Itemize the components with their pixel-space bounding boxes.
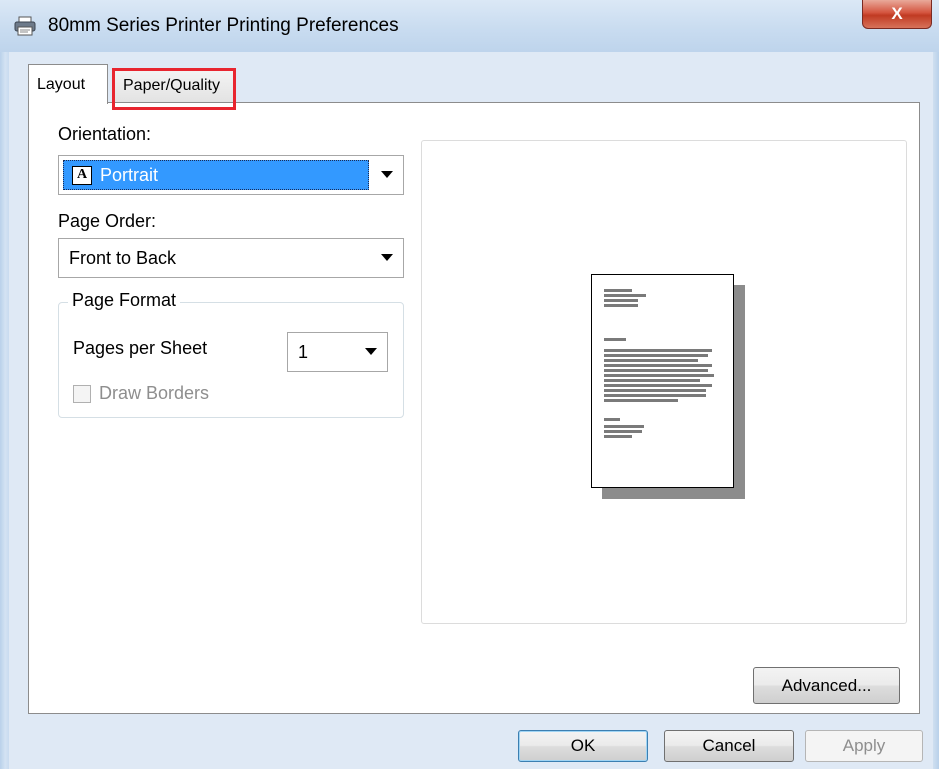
draw-borders-checkbox[interactable] <box>73 385 91 403</box>
ok-button-label: OK <box>570 736 596 755</box>
printing-preferences-dialog: 80mm Series Printer Printing Preferences… <box>0 0 939 769</box>
close-icon: X <box>891 4 903 23</box>
chevron-down-icon <box>365 348 377 355</box>
page-order-value: Front to Back <box>69 247 177 268</box>
tab-layout[interactable]: Layout <box>28 64 108 104</box>
close-button[interactable]: X <box>862 0 932 29</box>
window-frame-right <box>933 0 939 769</box>
layout-tab-panel: Orientation: A Portrait Page Order: Fron… <box>28 102 920 714</box>
ok-button[interactable]: OK <box>518 730 648 762</box>
page-order-dropdown[interactable]: Front to Back <box>58 238 404 278</box>
page-format-title: Page Format <box>68 290 181 311</box>
orientation-dropdown[interactable]: A Portrait <box>58 155 404 195</box>
cancel-button-label: Cancel <box>702 736 756 755</box>
portrait-icon: A <box>72 165 92 185</box>
cancel-button[interactable]: Cancel <box>664 730 794 762</box>
highlight-box <box>112 68 236 110</box>
document-page-icon <box>591 274 734 488</box>
pages-per-sheet-label: Pages per Sheet <box>73 338 208 358</box>
apply-button-label: Apply <box>842 736 886 755</box>
chevron-down-icon <box>381 254 393 261</box>
title-bar[interactable]: 80mm Series Printer Printing Preferences… <box>0 0 939 52</box>
orientation-label: Orientation: <box>58 124 152 144</box>
window-title: 80mm Series Printer Printing Preferences <box>48 15 399 36</box>
pages-per-sheet-value: 1 <box>298 341 309 362</box>
page-preview <box>421 140 907 624</box>
page-order-label: Page Order: <box>58 211 157 231</box>
advanced-button-label: Advanced... <box>781 675 872 695</box>
tab-layout-label: Layout <box>37 75 86 93</box>
window-frame-left <box>0 0 9 769</box>
advanced-button[interactable]: Advanced... <box>753 667 900 704</box>
chevron-down-icon <box>381 171 393 178</box>
apply-button[interactable]: Apply <box>805 730 923 762</box>
pages-per-sheet-dropdown[interactable]: 1 <box>287 332 388 372</box>
printer-icon <box>14 16 36 36</box>
orientation-value: Portrait <box>100 164 159 185</box>
orientation-selection: A Portrait <box>63 160 369 190</box>
draw-borders-label: Draw Borders <box>99 383 210 403</box>
